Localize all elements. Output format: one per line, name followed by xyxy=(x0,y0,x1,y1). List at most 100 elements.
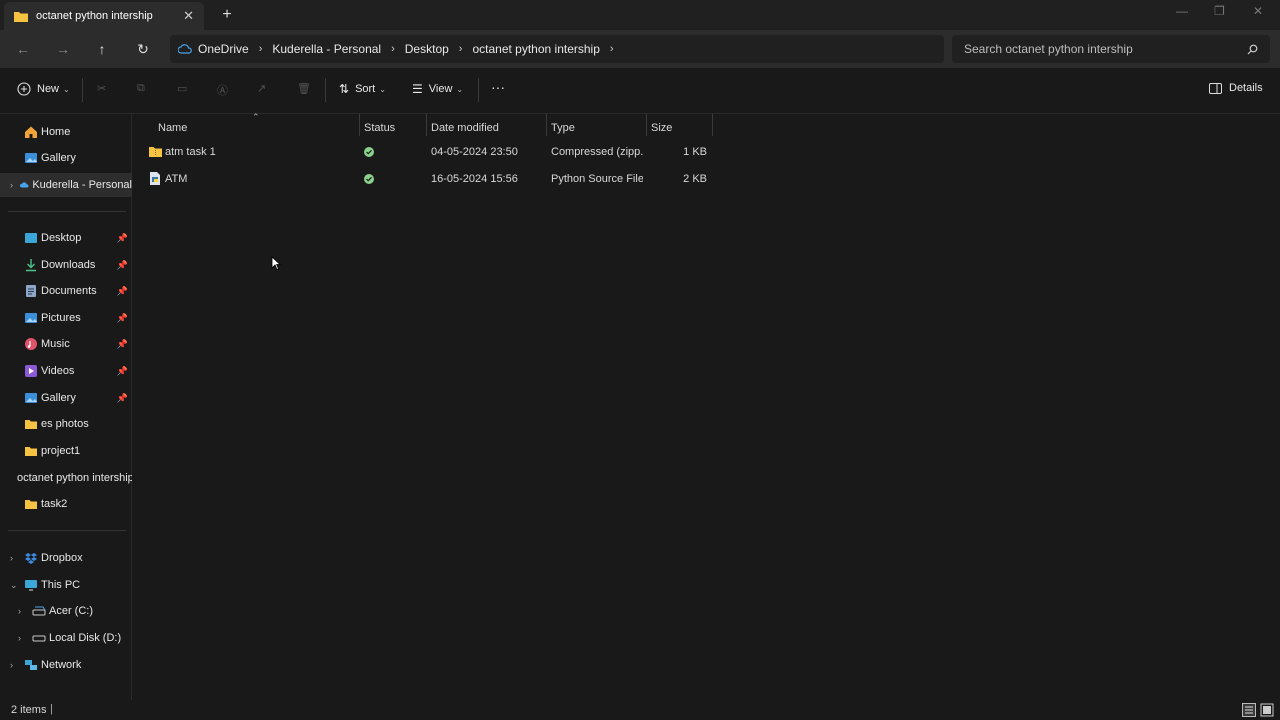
column-header-size[interactable]: Size xyxy=(651,118,672,138)
chevron-right-icon[interactable]: › xyxy=(459,43,463,55)
file-list: ⌃ Name Status Date modified Type Size at… xyxy=(133,112,1280,700)
sidebar-item-gallery-pinned[interactable]: Gallery 📌 xyxy=(0,386,132,410)
sidebar-item-gallery[interactable]: Gallery xyxy=(0,146,132,170)
sidebar-item-desktop[interactable]: Desktop 📌 xyxy=(0,226,132,250)
sidebar-item-downloads[interactable]: Downloads 📌 xyxy=(0,253,132,277)
pin-icon[interactable]: 📌 xyxy=(117,339,128,350)
chevron-right-icon[interactable]: › xyxy=(10,180,16,190)
dropbox-icon xyxy=(25,553,37,564)
breadcrumb-item[interactable]: octanet python intership xyxy=(472,42,599,56)
breadcrumb-item[interactable]: Desktop xyxy=(405,42,449,56)
sidebar-item-pictures[interactable]: Pictures 📌 xyxy=(0,306,132,330)
chevron-right-icon[interactable]: › xyxy=(18,633,28,643)
new-tab-button[interactable]: + xyxy=(218,6,236,24)
table-row[interactable]: ATM 16-05-2024 15:56 Python Source File … xyxy=(143,166,713,192)
sidebar-item-label: Kuderella - Personal xyxy=(32,179,132,191)
sidebar-item-drive-d[interactable]: › Local Disk (D:) xyxy=(0,626,132,650)
rename-icon[interactable]: Ⓐ xyxy=(217,82,228,98)
close-tab-icon[interactable]: ✕ xyxy=(183,8,194,24)
column-divider[interactable] xyxy=(546,114,547,136)
sidebar-item-videos[interactable]: Videos 📌 xyxy=(0,359,132,383)
sidebar-item-label: This PC xyxy=(41,579,81,591)
sidebar-item-label: Gallery xyxy=(41,152,76,164)
sidebar-item-home[interactable]: Home xyxy=(0,120,132,144)
python-file-icon xyxy=(150,172,160,185)
pin-icon[interactable]: 📌 xyxy=(117,233,128,244)
sidebar-item-network[interactable]: › Network xyxy=(0,653,132,677)
navigation-pane: Home Gallery › Kuderella - Personal Desk… xyxy=(0,114,132,700)
pin-icon[interactable]: 📌 xyxy=(117,313,128,324)
sidebar-item-es-photos[interactable]: es photos xyxy=(0,412,132,436)
pin-icon[interactable]: 📌 xyxy=(117,286,128,297)
chevron-right-icon[interactable]: › xyxy=(10,660,20,670)
view-label: View xyxy=(428,83,453,95)
onedrive-cloud-icon xyxy=(178,44,192,54)
sidebar-item-documents[interactable]: Documents 📌 xyxy=(0,279,132,303)
table-row[interactable]: atm task 1 04-05-2024 23:50 Compressed (… xyxy=(143,139,713,165)
column-header-name[interactable]: Name xyxy=(158,118,187,138)
chevron-right-icon[interactable]: › xyxy=(610,43,614,55)
restore-icon[interactable]: ❐ xyxy=(1214,4,1225,18)
column-header-status[interactable]: Status xyxy=(364,118,395,138)
search-input[interactable]: Search octanet python intership xyxy=(952,35,1270,63)
pin-icon[interactable]: 📌 xyxy=(117,393,128,404)
sidebar-item-task2[interactable]: task2 xyxy=(0,492,132,516)
sidebar-item-label: Dropbox xyxy=(41,552,83,564)
breadcrumb[interactable]: OneDrive › Kuderella - Personal › Desktop ›… xyxy=(170,35,944,63)
documents-icon xyxy=(26,285,36,297)
details-button[interactable]: Details xyxy=(1209,82,1263,94)
details-view-icon[interactable] xyxy=(1242,703,1256,717)
chevron-right-icon[interactable]: › xyxy=(10,553,20,563)
copy-icon[interactable]: ⧉ xyxy=(137,82,145,95)
paste-icon[interactable]: ▭ xyxy=(177,82,187,95)
sort-ascending-icon: ⌃ xyxy=(252,112,260,122)
column-divider[interactable] xyxy=(712,114,713,136)
breadcrumb-item[interactable]: OneDrive xyxy=(198,42,249,56)
share-icon[interactable]: ↗ xyxy=(257,82,266,95)
sidebar-item-octanet[interactable]: octanet python intership xyxy=(0,466,132,490)
chevron-right-icon[interactable]: › xyxy=(259,43,263,55)
see-more-button[interactable]: ··· xyxy=(491,79,505,95)
up-icon[interactable]: ↑ xyxy=(93,40,111,58)
column-header-type[interactable]: Type xyxy=(551,118,575,138)
sidebar-item-onedrive[interactable]: › Kuderella - Personal xyxy=(0,173,132,197)
sidebar-item-project1[interactable]: project1 xyxy=(0,439,132,463)
column-divider[interactable] xyxy=(359,114,360,136)
chevron-right-icon[interactable]: › xyxy=(18,606,28,616)
delete-icon[interactable]: 🗑 xyxy=(297,82,311,95)
tiles-view-icon[interactable] xyxy=(1260,703,1274,717)
back-icon[interactable]: ← xyxy=(14,40,32,58)
file-date: 16-05-2024 15:56 xyxy=(431,173,518,185)
chevron-right-icon[interactable]: › xyxy=(391,43,395,55)
music-icon xyxy=(25,338,37,350)
sidebar-item-label: octanet python intership xyxy=(17,472,132,484)
sidebar-item-dropbox[interactable]: › Dropbox xyxy=(0,546,132,570)
new-label: New xyxy=(37,83,60,95)
forward-icon[interactable]: → xyxy=(54,40,72,58)
sort-button[interactable]: ⇅ Sort ⌄ xyxy=(339,82,386,96)
minimize-icon[interactable]: — xyxy=(1176,4,1188,18)
folder-icon xyxy=(25,447,37,456)
active-tab[interactable]: octanet python intership ✕ xyxy=(4,2,204,30)
search-icon xyxy=(1247,44,1258,54)
chevron-down-icon[interactable]: ⌄ xyxy=(10,580,20,591)
zip-folder-icon xyxy=(149,147,162,157)
breadcrumb-item[interactable]: Kuderella - Personal xyxy=(272,42,381,56)
column-divider[interactable] xyxy=(426,114,427,136)
pin-icon[interactable]: 📌 xyxy=(117,260,128,271)
close-window-icon[interactable]: ✕ xyxy=(1253,4,1263,18)
view-button[interactable]: ☰ View ⌄ xyxy=(412,82,463,96)
sidebar-item-this-pc[interactable]: ⌄ This PC xyxy=(0,573,132,597)
cut-icon[interactable]: ✂ xyxy=(97,82,106,95)
column-divider[interactable] xyxy=(646,114,647,136)
details-pane-icon xyxy=(1209,82,1222,94)
sidebar-item-drive-c[interactable]: › Acer (C:) xyxy=(0,599,132,623)
pin-icon[interactable]: 📌 xyxy=(117,366,128,377)
column-header-date[interactable]: Date modified xyxy=(431,118,499,138)
status-divider: | xyxy=(50,703,53,715)
new-button[interactable]: New ⌄ xyxy=(17,82,70,96)
chevron-down-icon: ⌄ xyxy=(379,84,386,94)
sidebar-item-music[interactable]: Music 📌 xyxy=(0,332,132,356)
refresh-icon[interactable]: ↻ xyxy=(134,40,152,58)
file-type: Compressed (zipp... xyxy=(551,146,643,158)
